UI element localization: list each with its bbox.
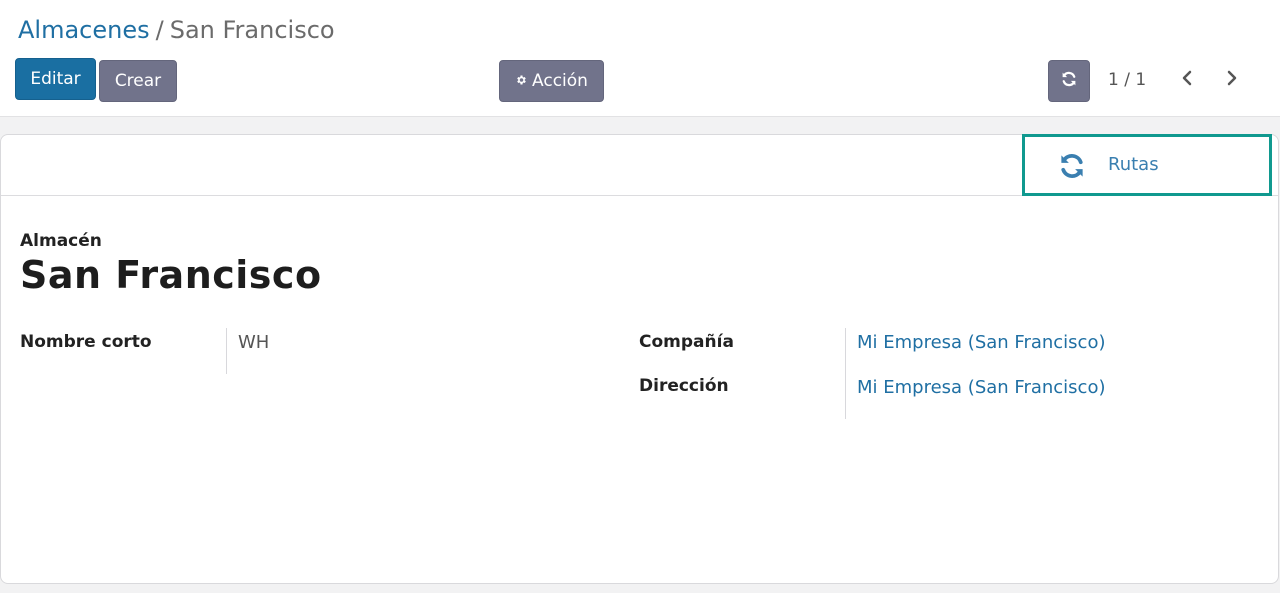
control-panel: Almacenes / San Francisco Editar Crear Acc…: [0, 0, 1280, 117]
smart-button-box: Rutas: [1, 134, 1278, 196]
routes-smart-button[interactable]: Rutas: [1022, 134, 1272, 196]
short-name-value[interactable]: WH: [238, 332, 269, 353]
breadcrumb-separator: /: [155, 16, 164, 44]
company-label: Compañía: [639, 332, 734, 352]
chevron-right-icon: [1225, 70, 1239, 90]
action-button-label: Acción: [532, 71, 588, 91]
edit-button[interactable]: Editar: [15, 58, 96, 100]
routes-smart-button-label: Rutas: [1108, 154, 1159, 175]
create-button-label: Crear: [114, 71, 162, 91]
action-dropdown-button[interactable]: Acción: [499, 60, 604, 102]
gear-icon: [515, 71, 532, 91]
edit-button-label: Editar: [30, 69, 81, 89]
record-title: San Francisco: [20, 253, 322, 297]
breadcrumb-current: San Francisco: [169, 16, 335, 44]
field-divider: [845, 328, 846, 419]
company-link[interactable]: Mi Empresa (San Francisco): [857, 332, 1106, 353]
record-type-label: Almacén: [20, 231, 102, 251]
address-link[interactable]: Mi Empresa (San Francisco): [857, 377, 1106, 398]
pager-value[interactable]: 1 / 1: [1108, 66, 1146, 94]
create-button[interactable]: Crear: [99, 60, 177, 102]
form-sheet: Rutas Almacén San Francisco Nombre corto…: [0, 134, 1279, 584]
field-divider: [226, 328, 227, 374]
refresh-button[interactable]: [1048, 60, 1090, 102]
refresh-icon: [1060, 70, 1078, 93]
refresh-icon: [1061, 154, 1083, 178]
address-label: Dirección: [639, 376, 729, 396]
chevron-left-icon: [1180, 70, 1194, 90]
breadcrumb-parent-link[interactable]: Almacenes: [18, 16, 150, 44]
short-name-label: Nombre corto: [20, 332, 152, 352]
pager-previous-button[interactable]: [1173, 66, 1201, 94]
breadcrumb: Almacenes / San Francisco: [18, 14, 335, 46]
pager-next-button[interactable]: [1218, 66, 1246, 94]
